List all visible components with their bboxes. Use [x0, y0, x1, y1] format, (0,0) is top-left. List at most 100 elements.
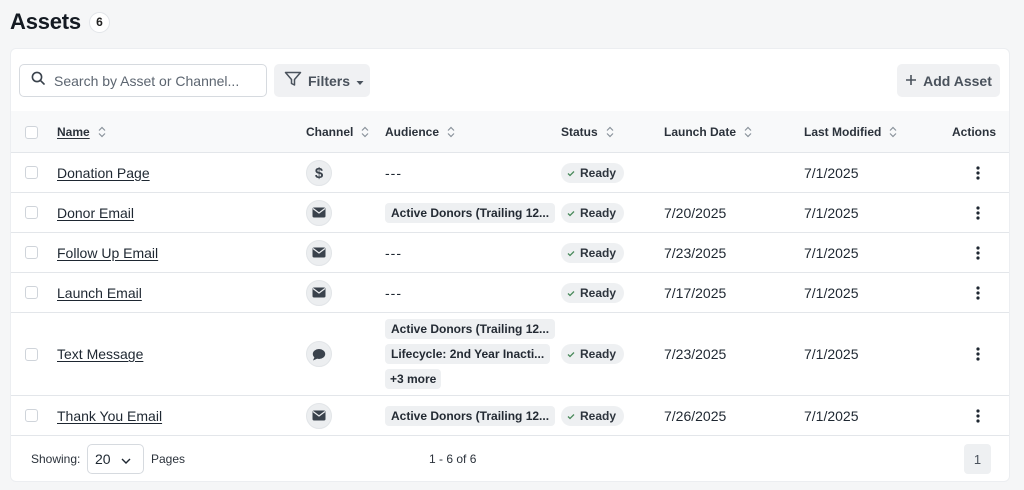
row-checkbox[interactable]: [25, 166, 38, 179]
filter-icon: [284, 71, 302, 90]
column-header-launch-date[interactable]: Launch Date: [664, 111, 752, 153]
table-row[interactable]: Follow Up Email --- Ready 7/23/2025 7/1/…: [11, 233, 1009, 273]
audience-more-chip[interactable]: +3 more: [385, 369, 442, 389]
column-label-last-modified: Last Modified: [804, 125, 882, 139]
search-input[interactable]: [54, 72, 254, 89]
check-icon: [567, 206, 575, 220]
svg-text:$: $: [315, 165, 324, 181]
showing-label: Showing:: [31, 452, 81, 466]
add-asset-button[interactable]: Add Asset: [897, 64, 1000, 97]
status-label: Ready: [580, 245, 617, 260]
column-label-actions: Actions: [951, 125, 996, 139]
status-badge: Ready: [561, 344, 625, 364]
search-icon: [31, 71, 45, 90]
filters-label: Filters: [308, 72, 351, 89]
column-label-launch-date: Launch Date: [664, 125, 737, 139]
assets-card: Filters Add Asset Name Channel Audience …: [10, 48, 1010, 482]
select-all-checkbox[interactable]: [25, 126, 38, 139]
audience-empty: ---: [385, 164, 402, 181]
chat-icon: [306, 341, 332, 367]
search-box[interactable]: [19, 64, 267, 97]
launch-date: 7/23/2025: [664, 346, 727, 362]
page-size-select[interactable]: 20: [87, 444, 144, 474]
check-icon: [567, 409, 575, 423]
last-modified: 7/1/2025: [804, 346, 859, 362]
more-vertical-icon[interactable]: [970, 285, 986, 301]
sort-icon[interactable]: [744, 126, 752, 138]
mail-icon: [306, 239, 332, 266]
asset-name-link[interactable]: Donation Page: [57, 165, 150, 181]
more-vertical-icon[interactable]: [970, 205, 986, 221]
check-icon: [567, 246, 575, 260]
table-header: Name Channel Audience Status Launch Date…: [11, 111, 1009, 153]
asset-count-badge: 6: [88, 11, 110, 33]
last-modified: 7/1/2025: [804, 204, 859, 221]
launch-date: 7/20/2025: [664, 204, 727, 221]
filters-button[interactable]: Filters: [274, 64, 370, 97]
status-label: Ready: [580, 165, 617, 180]
plus-icon: [905, 73, 917, 89]
more-vertical-icon[interactable]: [970, 165, 986, 181]
column-header-audience[interactable]: Audience: [385, 111, 455, 153]
page-title: Assets: [10, 9, 81, 34]
audience-chip: Lifecycle: 2nd Year Inacti...: [385, 344, 551, 364]
table-row[interactable]: Donor Email Active Donors (Trailing 12..…: [11, 193, 1009, 233]
column-header-last-modified[interactable]: Last Modified: [804, 111, 897, 153]
status-label: Ready: [580, 205, 617, 220]
column-label-channel: Channel: [306, 125, 354, 139]
range-text: 1 - 6 of 6: [429, 452, 477, 466]
page-header: Assets 6: [10, 8, 110, 36]
table-row[interactable]: Launch Email --- Ready 7/17/2025 7/1/202…: [11, 273, 1009, 313]
toolbar: Filters Add Asset: [11, 49, 1009, 111]
mail-icon: [306, 402, 332, 429]
more-vertical-icon[interactable]: [970, 408, 986, 424]
last-modified: 7/1/2025: [804, 164, 859, 181]
column-header-channel[interactable]: Channel: [306, 111, 369, 153]
status-badge: Ready: [561, 242, 625, 263]
table-row[interactable]: Text Message Active Donors (Trailing 12.…: [11, 313, 1009, 396]
more-vertical-icon[interactable]: [970, 346, 986, 362]
sort-icon[interactable]: [98, 126, 106, 138]
column-label-status: Status: [561, 125, 598, 139]
mail-icon: [306, 279, 332, 306]
last-modified: 7/1/2025: [804, 244, 859, 261]
row-checkbox[interactable]: [25, 348, 38, 361]
chevron-down-icon: [121, 451, 131, 467]
asset-name-link[interactable]: Thank You Email: [57, 408, 162, 424]
check-icon: [567, 347, 575, 361]
table-row[interactable]: Donation Page $ --- Ready 7/1/2025: [11, 153, 1009, 193]
asset-name-link[interactable]: Follow Up Email: [57, 245, 158, 261]
row-checkbox[interactable]: [25, 409, 38, 422]
row-checkbox[interactable]: [25, 206, 38, 219]
status-badge: Ready: [561, 162, 625, 183]
asset-name-link[interactable]: Donor Email: [57, 205, 134, 221]
sort-icon[interactable]: [447, 126, 455, 138]
sort-icon[interactable]: [606, 126, 614, 138]
launch-date: 7/23/2025: [664, 244, 727, 261]
row-checkbox[interactable]: [25, 286, 38, 299]
mail-icon: [306, 199, 332, 226]
check-icon: [567, 286, 575, 300]
row-checkbox[interactable]: [25, 246, 38, 259]
more-vertical-icon[interactable]: [970, 245, 986, 261]
audience-chip: Active Donors (Trailing 12...: [385, 405, 556, 426]
pages-label: Pages: [151, 452, 186, 466]
page-button-current[interactable]: 1: [964, 444, 991, 474]
dollar-icon: $: [306, 159, 332, 186]
asset-name-link[interactable]: Launch Email: [57, 285, 142, 301]
status-badge: Ready: [561, 405, 625, 426]
sort-icon[interactable]: [889, 126, 897, 138]
audience-empty: ---: [385, 284, 402, 301]
last-modified: 7/1/2025: [804, 284, 859, 301]
status-label: Ready: [580, 285, 617, 300]
status-label: Ready: [580, 347, 617, 361]
status-label: Ready: [580, 408, 617, 423]
add-asset-label: Add Asset: [923, 72, 992, 89]
sort-icon[interactable]: [361, 126, 369, 138]
table-row[interactable]: Thank You Email Active Donors (Trailing …: [11, 396, 1009, 436]
column-header-status[interactable]: Status: [561, 111, 614, 153]
audience-empty: ---: [385, 244, 402, 261]
asset-name-link[interactable]: Text Message: [57, 346, 143, 362]
column-header-name[interactable]: Name: [57, 111, 106, 153]
page-size-value: 20: [95, 451, 111, 467]
